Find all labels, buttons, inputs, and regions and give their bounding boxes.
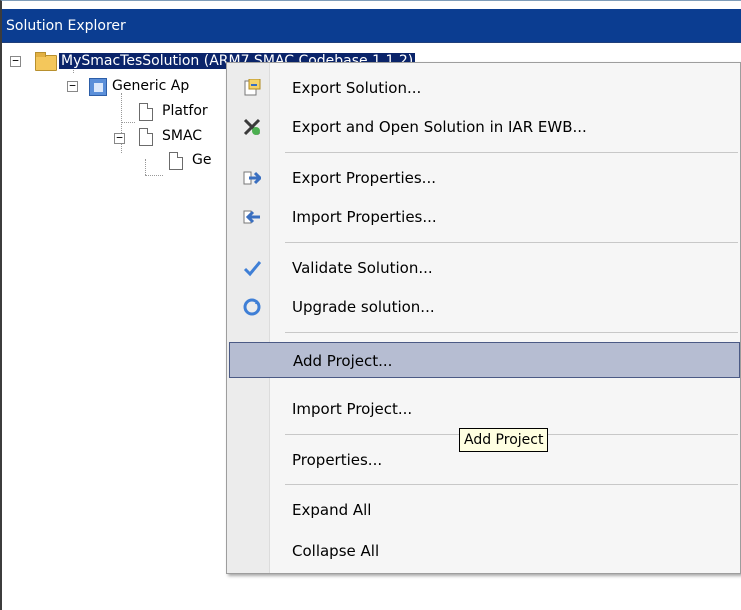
menu-item-export-solution[interactable]: Export Solution... [229,70,740,106]
menu-item-label: Add Project... [293,352,393,370]
tree-guide-line [145,175,163,176]
tree-node-label: Ge [192,152,212,168]
tree-node-label: SMAC [162,128,203,144]
menu-separator [285,332,738,333]
document-icon [139,128,153,146]
menu-item-import-properties[interactable]: Import Properties... [229,199,740,235]
collapse-toggle[interactable]: − [67,80,78,92]
tree-node-label: Generic Ap [112,78,190,94]
document-icon [139,103,153,121]
menu-item-label: Validate Solution... [292,259,433,277]
menu-item-label: Upgrade solution... [292,298,435,316]
menu-separator [285,484,738,485]
menu-item-label: Export Solution... [292,79,422,97]
tree-guide-line [121,122,135,123]
menu-item-upgrade-solution[interactable]: Upgrade solution... [229,289,740,325]
menu-item-label: Expand All [292,501,372,519]
menu-item-label: Import Project... [292,400,413,418]
menu-item-import-project[interactable]: Import Project... [229,391,740,427]
menu-item-label: Export and Open Solution in IAR EWB... [292,118,587,136]
menu-item-label: Import Properties... [292,208,437,226]
menu-item-add-project[interactable]: Add Project... [229,342,740,378]
menu-item-validate-solution[interactable]: Validate Solution... [229,250,740,286]
tree-node-smac[interactable]: SMAC [162,123,202,149]
export-solution-icon [243,78,261,97]
export-open-iar-icon [243,118,261,136]
refresh-icon [243,298,261,316]
context-menu: Export Solution... Export and Open Solut… [226,62,741,574]
menu-item-export-properties[interactable]: Export Properties... [229,160,740,196]
tree-guide-line [145,159,146,175]
open-folder-icon [35,52,57,71]
tree-node-label: Platfor [162,103,208,119]
menu-item-expand-all[interactable]: Expand All [229,492,740,528]
tooltip: Add Project [459,428,549,452]
panel-title: Solution Explorer [2,9,741,43]
menu-separator [285,242,738,243]
import-properties-icon [243,208,261,226]
menu-item-label: Collapse All [292,542,380,560]
export-properties-icon [243,169,263,187]
tree-node-generic-app[interactable]: Generic Ap [112,73,189,99]
menu-item-label: Export Properties... [292,169,436,187]
menu-item-label: Properties... [292,451,383,469]
collapse-toggle[interactable]: − [114,132,125,144]
menu-item-collapse-all[interactable]: Collapse All [229,533,740,569]
project-icon [89,78,107,96]
menu-item-export-open-iar[interactable]: Export and Open Solution in IAR EWB... [229,109,740,145]
document-icon [169,152,183,170]
tree-guide-line [121,93,122,153]
tree-node-ge[interactable]: Ge [192,147,211,173]
checkmark-icon [243,259,262,277]
tree-node-platform[interactable]: Platfor [162,98,208,124]
menu-separator [285,152,738,153]
collapse-toggle[interactable]: − [10,55,21,67]
